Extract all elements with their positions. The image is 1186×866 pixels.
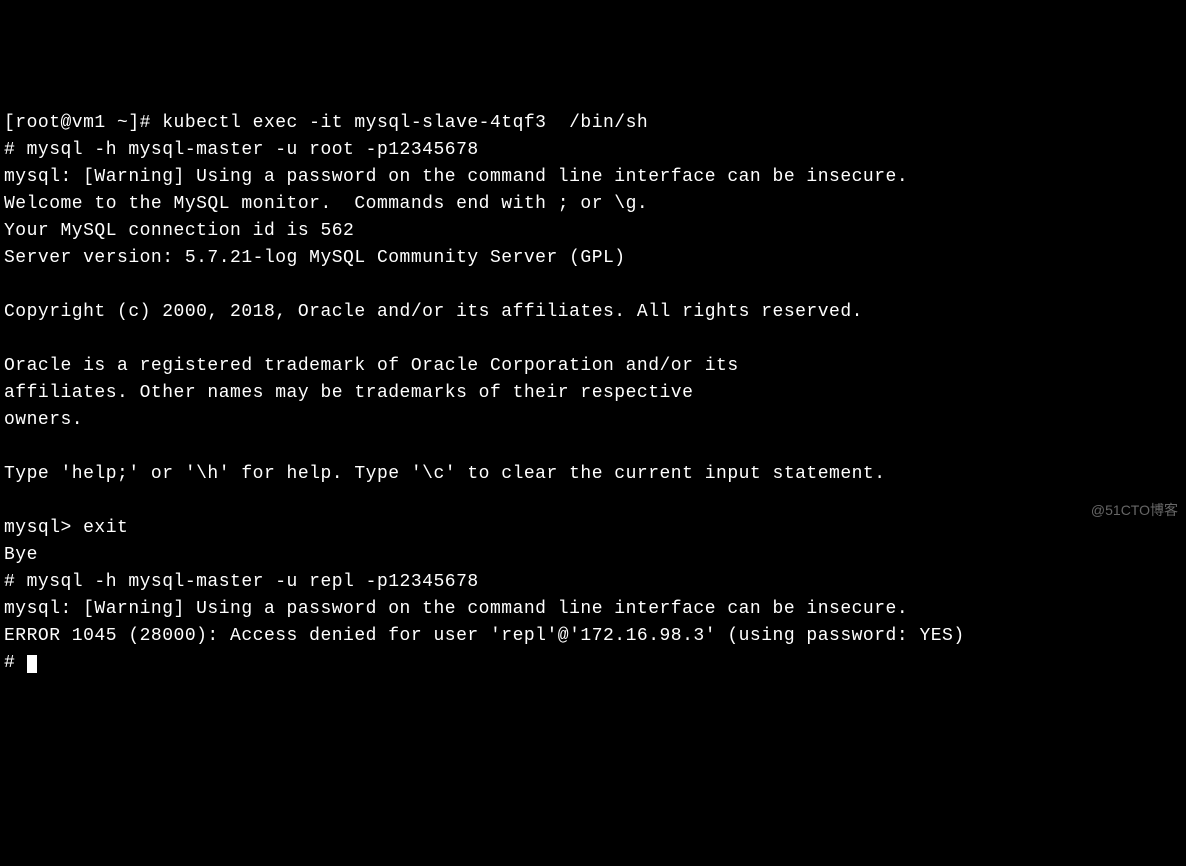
watermark-text: @51CTO博客 bbox=[1091, 500, 1178, 521]
terminal-output[interactable]: [root@vm1 ~]# kubectl exec -it mysql-sla… bbox=[4, 110, 1182, 677]
welcome-line: Welcome to the MySQL monitor. Commands e… bbox=[4, 194, 648, 214]
shell-prompt-line: [root@vm1 ~]# kubectl exec -it mysql-sla… bbox=[4, 113, 648, 133]
copyright-line: Copyright (c) 2000, 2018, Oracle and/or … bbox=[4, 302, 863, 322]
trademark-line: Oracle is a registered trademark of Orac… bbox=[4, 356, 739, 376]
cursor-icon bbox=[27, 655, 37, 673]
warning-line: mysql: [Warning] Using a password on the… bbox=[4, 167, 908, 187]
mysql-prompt-line: mysql> exit bbox=[4, 518, 128, 538]
connection-id-line: Your MySQL connection id is 562 bbox=[4, 221, 354, 241]
bye-line: Bye bbox=[4, 545, 38, 565]
error-line: ERROR 1045 (28000): Access denied for us… bbox=[4, 626, 965, 646]
command-line: # mysql -h mysql-master -u root -p123456… bbox=[4, 140, 479, 160]
trademark-line: owners. bbox=[4, 410, 83, 430]
warning-line: mysql: [Warning] Using a password on the… bbox=[4, 599, 908, 619]
command-line: # mysql -h mysql-master -u repl -p123456… bbox=[4, 572, 479, 592]
help-line: Type 'help;' or '\h' for help. Type '\c'… bbox=[4, 464, 886, 484]
shell-prompt: # bbox=[4, 653, 27, 673]
trademark-line: affiliates. Other names may be trademark… bbox=[4, 383, 693, 403]
server-version-line: Server version: 5.7.21-log MySQL Communi… bbox=[4, 248, 626, 268]
